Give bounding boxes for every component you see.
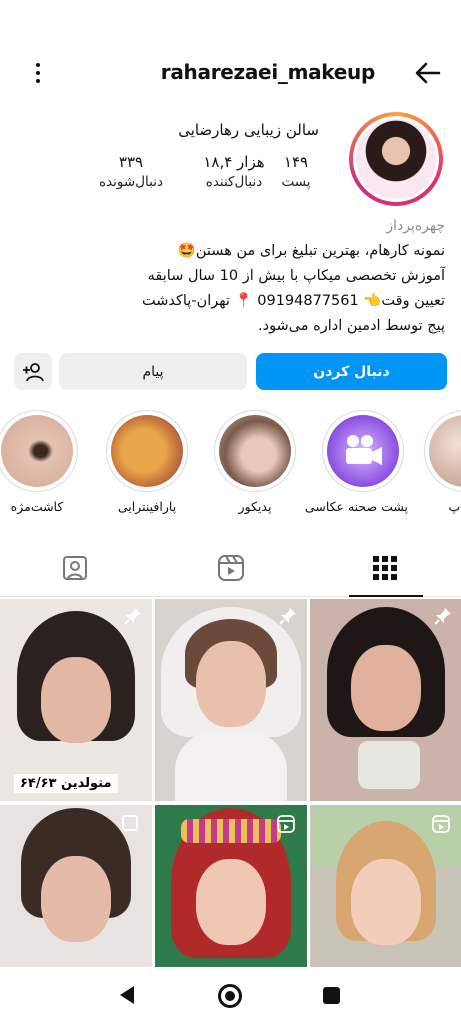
following-count: ۳۳۹	[118, 153, 144, 171]
profile-bio: چهره‌پرداز نمونه کارهام، بهترین تبلیغ بر…	[15, 214, 445, 339]
top-bar: raharezaei_makeup	[0, 52, 461, 94]
followers-label: دنبال‌کننده	[205, 174, 263, 190]
highlight-lashes[interactable]: کاشت‌مژه	[0, 410, 82, 514]
followers-count: ۱۸,۴ هزار	[203, 153, 265, 171]
stat-posts[interactable]: ۱۴۹ پست	[270, 153, 322, 190]
highlight-label: پدیکور	[238, 499, 272, 514]
follow-button[interactable]: دنبال کردن	[256, 353, 447, 390]
following-label: دنبال‌شونده	[99, 174, 163, 190]
active-tab-indicator	[349, 595, 423, 597]
options-menu-button[interactable]	[26, 58, 50, 88]
bio-line: آموزش تخصصی میکاپ با بیش از 10 سال سابقه	[147, 268, 445, 284]
posts-label: پست	[281, 174, 311, 190]
post-thumbnail[interactable]	[155, 599, 307, 801]
bio-line: پیج توسط ادمین اداره می‌شود.	[258, 318, 445, 334]
post-thumbnail[interactable]	[0, 805, 152, 967]
system-navigation-bar	[0, 968, 461, 1024]
profile-actions: دنبال کردن پیام	[14, 353, 447, 391]
highlight-label: کاشت‌مژه	[10, 499, 64, 514]
highlight-makeup[interactable]: میکاپ	[420, 410, 461, 514]
posts-count: ۱۴۹	[283, 153, 309, 171]
profile-full-name: سالن زیبایی رهارضایی	[178, 121, 319, 139]
arrow-left-icon[interactable]	[413, 58, 443, 88]
stat-following[interactable]: ۳۳۹ دنبال‌شونده	[90, 153, 172, 190]
nav-recents-icon[interactable]	[323, 987, 340, 1004]
multi-image-icon	[122, 815, 138, 831]
highlight-label: پارافینترایی	[117, 499, 177, 514]
reel-icon	[277, 815, 295, 833]
highlight-behind-scenes[interactable]: پشت صحنه عکاسی	[304, 410, 408, 514]
highlight-label: میکاپ	[448, 499, 461, 514]
nav-home-icon[interactable]	[218, 984, 242, 1008]
tagged-icon[interactable]	[60, 553, 90, 583]
bio-category: چهره‌پرداز	[386, 218, 445, 234]
bio-line[interactable]: تعیین وقت👈 09194877561 📍 تهران-پاکدشت	[15, 289, 445, 314]
post-thumbnail[interactable]	[310, 805, 461, 967]
highlight-paraffin[interactable]: پارافینترایی	[102, 410, 192, 514]
stat-followers[interactable]: ۱۸,۴ هزار دنبال‌کننده	[196, 153, 272, 190]
vertical-dots-icon	[36, 63, 40, 67]
message-button[interactable]: پیام	[59, 353, 247, 390]
pin-icon	[124, 608, 141, 625]
post-thumbnail[interactable]	[310, 599, 461, 801]
grid-icon[interactable]	[370, 553, 400, 583]
highlight-pedicure[interactable]: پدیکور	[210, 410, 300, 514]
profile-stats: ۱۴۹ پست ۱۸,۴ هزار دنبال‌کننده ۳۳۹ دنبال‌…	[0, 153, 461, 199]
reel-icon	[432, 815, 450, 833]
post-thumbnail[interactable]	[155, 805, 307, 967]
post-thumbnail[interactable]: متولدین ۶۴/۶۳	[0, 599, 152, 801]
story-highlights: میکاپ پشت صحنه عکاسی پدیکور پارافینترایی…	[0, 410, 461, 530]
add-user-icon	[23, 362, 44, 381]
post-caption-tag: متولدین ۶۴/۶۳	[14, 774, 118, 793]
highlight-label: پشت صحنه عکاسی	[304, 499, 408, 514]
pin-icon	[434, 608, 451, 625]
bio-line: نمونه کارهام، بهترین تبلیغ برای من هستن🤩	[177, 243, 445, 259]
add-user-button[interactable]	[14, 353, 52, 390]
nav-back-icon[interactable]	[120, 986, 134, 1004]
video-camera-icon	[346, 435, 382, 465]
pin-icon	[279, 608, 296, 625]
reels-icon[interactable]	[216, 553, 246, 583]
profile-username: raharezaei_makeup	[160, 60, 376, 84]
profile-tabs	[0, 545, 461, 597]
